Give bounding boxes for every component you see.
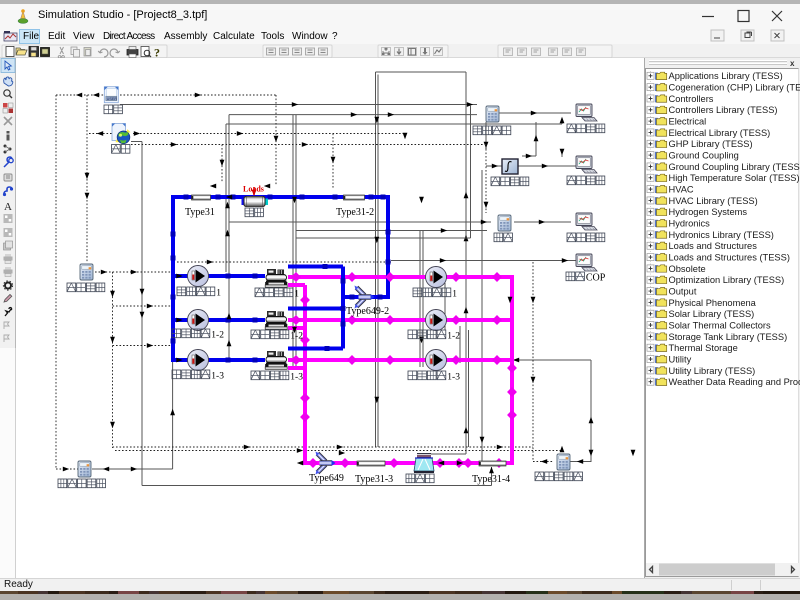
svg-text:Type649: Type649 bbox=[309, 473, 344, 484]
svg-text:HVAC: HVAC bbox=[669, 185, 694, 195]
svg-text:Type31-3: Type31-3 bbox=[355, 474, 393, 485]
svg-text:Ground Coupling: Ground Coupling bbox=[669, 151, 739, 161]
svg-text:1-2: 1-2 bbox=[211, 331, 224, 341]
svg-text:Ground Coupling Library (TESS): Ground Coupling Library (TESS) bbox=[669, 162, 800, 172]
svg-text:Output: Output bbox=[669, 286, 697, 296]
svg-text:?: ? bbox=[154, 46, 160, 59]
svg-text:Utility Library (TESS): Utility Library (TESS) bbox=[669, 366, 756, 376]
svg-text:Electrical: Electrical bbox=[669, 117, 707, 127]
svg-text:Solar Library (TESS): Solar Library (TESS) bbox=[669, 309, 755, 319]
svg-text:Hydrogen Systems: Hydrogen Systems bbox=[669, 207, 748, 217]
svg-text:1-3: 1-3 bbox=[211, 372, 224, 382]
svg-text:Thermal Storage: Thermal Storage bbox=[669, 343, 738, 353]
svg-text:HVAC Library (TESS): HVAC Library (TESS) bbox=[669, 196, 758, 206]
svg-text:1-3: 1-3 bbox=[447, 373, 460, 383]
svg-text:Obsolete: Obsolete bbox=[669, 264, 706, 274]
svg-text:Physical Phenomena: Physical Phenomena bbox=[669, 298, 757, 308]
svg-text:Type649-2: Type649-2 bbox=[346, 306, 389, 317]
svg-text:Type31-4: Type31-4 bbox=[472, 474, 510, 485]
svg-text:GHP Library (TESS): GHP Library (TESS) bbox=[669, 139, 753, 149]
svg-text:Type31-2: Type31-2 bbox=[336, 207, 374, 218]
svg-text:Controllers: Controllers bbox=[669, 94, 714, 104]
svg-text:Loads and Structures: Loads and Structures bbox=[669, 241, 758, 251]
svg-text:Optimization Library (TESS): Optimization Library (TESS) bbox=[669, 275, 785, 285]
svg-text:1-2: 1-2 bbox=[447, 332, 460, 342]
svg-text:Hydronics Library (TESS): Hydronics Library (TESS) bbox=[669, 230, 774, 240]
svg-text:Storage Tank Library (TESS): Storage Tank Library (TESS) bbox=[669, 332, 788, 342]
svg-text:Electrical Library (TESS): Electrical Library (TESS) bbox=[669, 128, 771, 138]
svg-text:1: 1 bbox=[216, 289, 221, 299]
svg-text:A: A bbox=[4, 201, 12, 213]
svg-text:Loads and Structures (TESS): Loads and Structures (TESS) bbox=[669, 252, 790, 262]
svg-text:1-3: 1-3 bbox=[290, 373, 303, 383]
svg-text:Controllers Library (TESS): Controllers Library (TESS) bbox=[669, 105, 778, 115]
svg-text:1-2: 1-2 bbox=[290, 332, 303, 342]
svg-text:1: 1 bbox=[452, 290, 457, 300]
svg-text:Weather Data Reading and Proce: Weather Data Reading and Process bbox=[669, 377, 800, 387]
svg-text:Utility: Utility bbox=[669, 354, 692, 364]
svg-text:Cogeneration (CHP) Library (TE: Cogeneration (CHP) Library (TESS) bbox=[669, 83, 800, 93]
svg-text:Applications Library (TESS): Applications Library (TESS) bbox=[669, 71, 783, 81]
svg-text:High Temperature Solar (TESS): High Temperature Solar (TESS) bbox=[669, 173, 800, 183]
svg-text:Solar Thermal Collectors: Solar Thermal Collectors bbox=[669, 320, 771, 330]
svg-text:USER: USER bbox=[107, 97, 118, 101]
svg-text:Hydronics: Hydronics bbox=[669, 218, 711, 228]
svg-text:1: 1 bbox=[294, 290, 299, 300]
svg-text:COP: COP bbox=[586, 273, 606, 284]
svg-text:Type31: Type31 bbox=[185, 207, 215, 218]
